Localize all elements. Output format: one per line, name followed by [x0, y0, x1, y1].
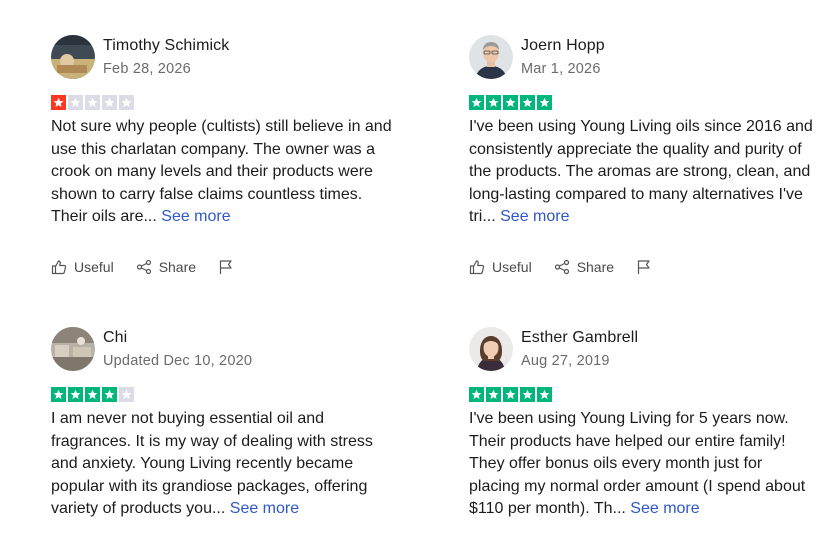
- star-rating: [51, 387, 411, 402]
- review-card: Timothy Schimick Feb 28, 2026 Not sure w…: [51, 34, 411, 275]
- review-date: Mar 1, 2026: [521, 60, 601, 77]
- flag-icon: [219, 260, 232, 274]
- review-text: I am never not buying essential oil and …: [51, 410, 373, 517]
- star-rating: [469, 95, 829, 110]
- review-card: Joern Hopp Mar 1, 2026 I've been using Y…: [469, 34, 829, 275]
- star-filled-icon: [520, 387, 535, 402]
- star-filled-icon: [102, 387, 117, 402]
- useful-button[interactable]: Useful: [469, 259, 532, 275]
- star-filled-icon: [486, 387, 501, 402]
- reviewer-name[interactable]: Chi: [103, 328, 252, 348]
- star-empty-icon: [119, 95, 134, 110]
- report-button[interactable]: [218, 259, 234, 275]
- see-more-link[interactable]: See more: [161, 208, 230, 225]
- star-filled-icon: [503, 387, 518, 402]
- share-icon: [136, 259, 151, 275]
- review-header: Chi Updated Dec 10, 2020: [51, 326, 411, 372]
- review-text: Not sure why people (cultists) still bel…: [51, 118, 392, 225]
- avatar[interactable]: [469, 327, 513, 371]
- review-date: Feb 28, 2026: [103, 60, 191, 77]
- reviewer-name[interactable]: Esther Gambrell: [521, 328, 638, 348]
- review-header: Joern Hopp Mar 1, 2026: [469, 34, 829, 80]
- review-actions: Useful Share: [51, 259, 234, 275]
- star-empty-icon: [119, 387, 134, 402]
- star-filled-icon: [68, 387, 83, 402]
- thumbs-up-icon: [469, 260, 485, 275]
- review-text: I've been using Young Living oils since …: [469, 118, 813, 225]
- report-button[interactable]: [636, 259, 652, 275]
- review-text: I've been using Young Living for 5 years…: [469, 410, 806, 517]
- useful-label: Useful: [74, 259, 114, 275]
- share-button[interactable]: Share: [554, 259, 614, 275]
- review-date: Updated Dec 10, 2020: [103, 352, 253, 369]
- reviewer-name[interactable]: Joern Hopp: [521, 36, 605, 56]
- review-card: Chi Updated Dec 10, 2020 I am never not …: [51, 326, 411, 521]
- see-more-link[interactable]: See more: [230, 500, 299, 517]
- avatar[interactable]: [469, 35, 513, 79]
- share-label: Share: [576, 259, 615, 275]
- star-empty-icon: [102, 95, 117, 110]
- review-header: Timothy Schimick Feb 28, 2026: [51, 34, 411, 80]
- useful-button[interactable]: Useful: [51, 259, 114, 275]
- star-filled-icon: [51, 387, 66, 402]
- avatar[interactable]: [51, 35, 95, 79]
- star-filled-icon: [469, 387, 484, 402]
- star-empty-icon: [68, 95, 83, 110]
- review-actions: Useful Share: [469, 259, 652, 275]
- review-date: Aug 27, 2019: [521, 352, 610, 369]
- reviewer-name[interactable]: Timothy Schimick: [103, 36, 229, 56]
- useful-label: Useful: [492, 259, 532, 275]
- star-empty-icon: [85, 95, 100, 110]
- star-filled-icon: [503, 95, 518, 110]
- star-rating: [469, 387, 829, 402]
- see-more-link[interactable]: See more: [630, 500, 699, 517]
- see-more-link[interactable]: See more: [500, 208, 569, 225]
- share-label: Share: [158, 259, 197, 275]
- review-header: Esther Gambrell Aug 27, 2019: [469, 326, 829, 372]
- thumbs-up-icon: [51, 260, 67, 275]
- star-filled-icon: [85, 387, 100, 402]
- share-button[interactable]: Share: [136, 259, 196, 275]
- share-icon: [554, 259, 569, 275]
- star-filled-icon: [51, 95, 66, 110]
- star-rating: [51, 95, 411, 110]
- review-card: Esther Gambrell Aug 27, 2019 I've been u…: [469, 326, 829, 521]
- star-filled-icon: [469, 95, 484, 110]
- star-filled-icon: [486, 95, 501, 110]
- star-filled-icon: [537, 387, 552, 402]
- flag-icon: [637, 260, 650, 274]
- star-filled-icon: [520, 95, 535, 110]
- star-filled-icon: [537, 95, 552, 110]
- avatar[interactable]: [51, 327, 95, 371]
